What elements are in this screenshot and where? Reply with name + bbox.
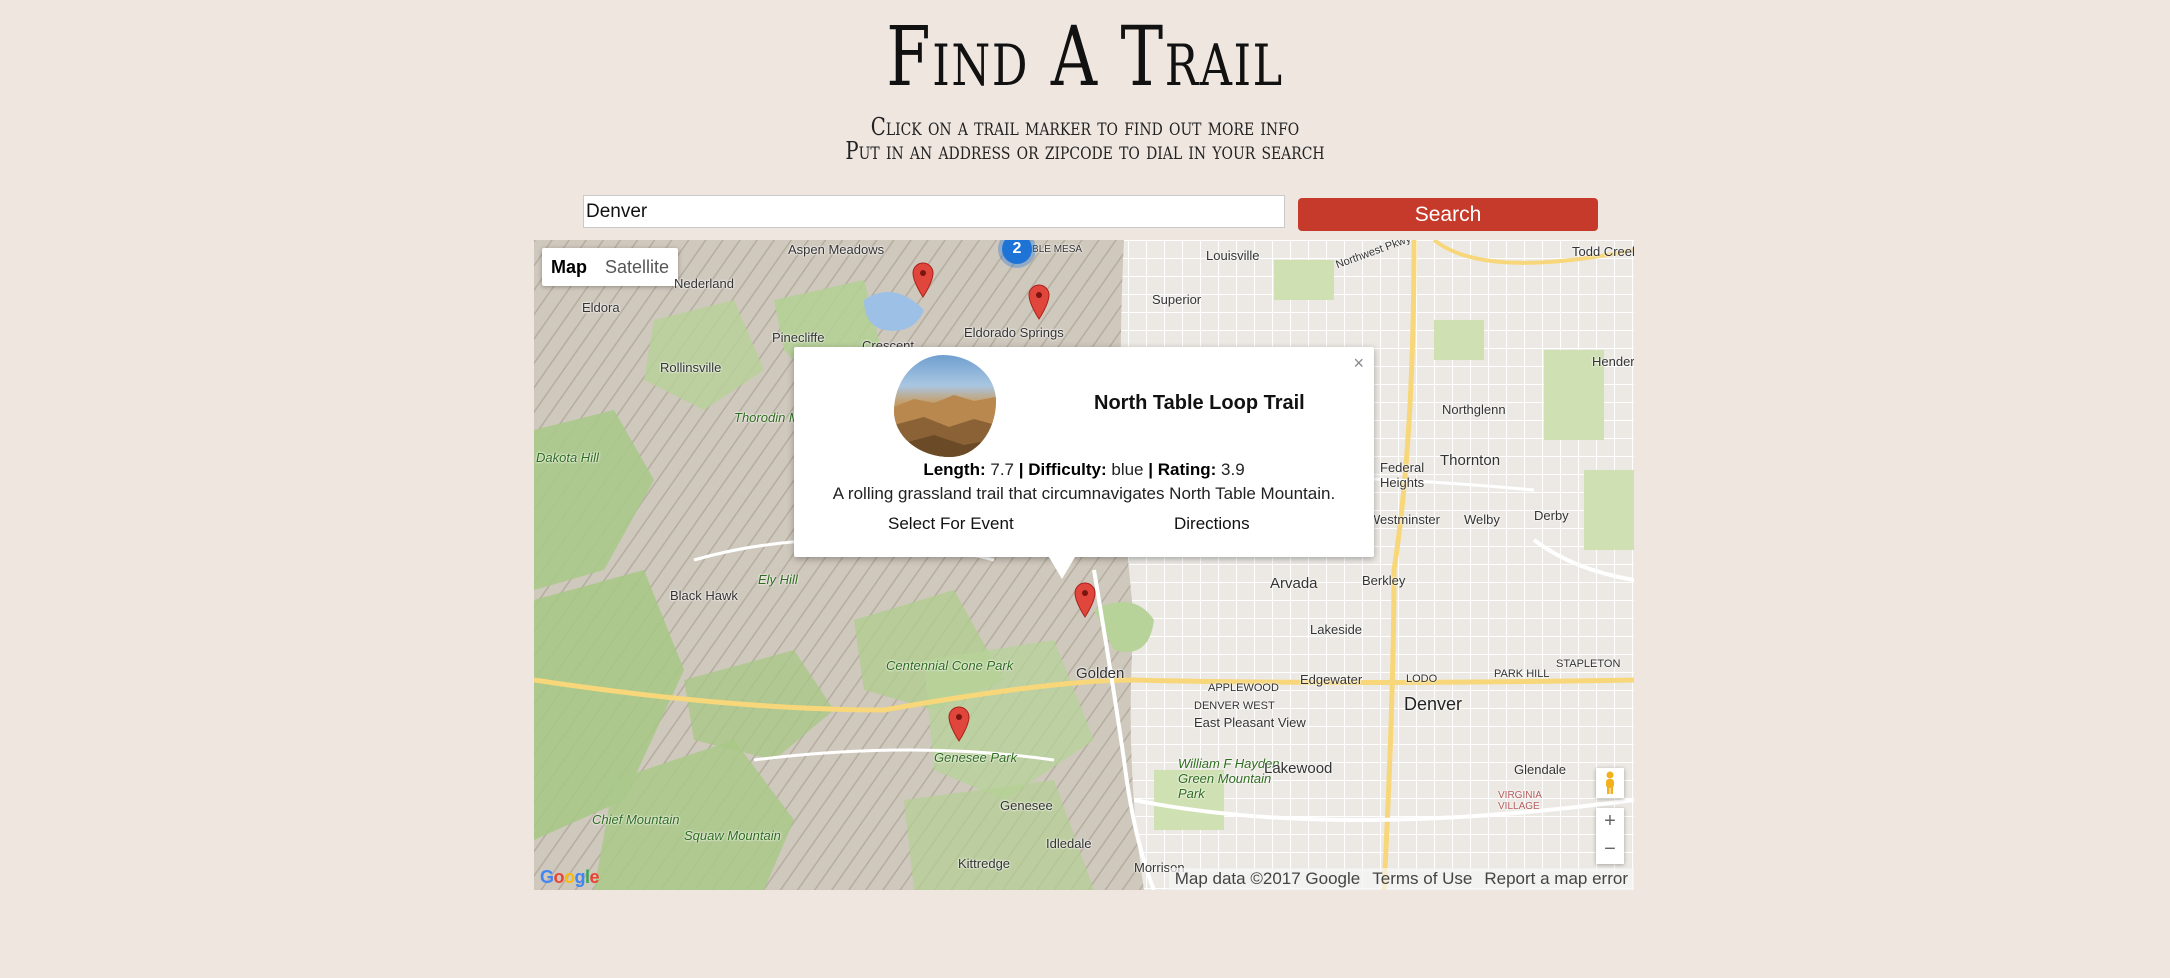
place-label: Dakota Hill — [536, 450, 599, 465]
place-label: Chief Mountain — [592, 812, 680, 827]
place-label: APPLEWOOD — [1208, 682, 1279, 694]
place-label: Arvada — [1270, 575, 1318, 592]
place-label: Northglenn — [1442, 402, 1506, 417]
place-label: VIRGINIA VILLAGE — [1498, 790, 1542, 812]
place-label: Superior — [1152, 292, 1202, 307]
trail-stats: Length: 7.7 | Difficulty: blue | Rating:… — [923, 460, 1245, 479]
place-label: Black Hawk — [670, 588, 738, 603]
map-attribution: Map data ©2017 Google Terms of Use Repor… — [1168, 868, 1634, 890]
place-label: Idledale — [1046, 836, 1092, 851]
search-button[interactable]: Search — [1298, 198, 1598, 231]
place-label: Welby — [1464, 512, 1500, 527]
place-label: Kittredge — [958, 856, 1011, 871]
place-label: Denver — [1404, 694, 1463, 714]
length-value: 7.7 — [990, 460, 1015, 479]
trail-description: A rolling grassland trail that circumnav… — [832, 484, 1336, 503]
instruction-line-2: Put in an address or zipcode to dial in … — [845, 137, 1325, 165]
page-title: Find A Trail — [886, 10, 1284, 105]
trail-name: North Table Loop Trail — [1094, 392, 1305, 414]
place-label: East Pleasant View — [1194, 715, 1306, 730]
directions-link[interactable]: Directions — [1174, 514, 1250, 534]
zoom-in-button[interactable]: + — [1596, 808, 1624, 836]
place-label: Nederland — [674, 276, 734, 291]
trail-marker[interactable] — [912, 262, 934, 298]
trail-marker[interactable] — [1028, 284, 1050, 320]
place-label: Squaw Mountain — [684, 828, 781, 843]
place-label: Henderson — [1592, 354, 1634, 369]
map-data-text: Map data ©2017 Google — [1174, 869, 1361, 888]
difficulty-value: blue — [1111, 460, 1144, 479]
map-type-satellite-button[interactable]: Satellite — [596, 248, 678, 286]
street-view-pegman-icon[interactable] — [1596, 768, 1624, 798]
place-label: DENVER WEST — [1194, 700, 1275, 712]
report-map-error-link[interactable]: Report a map error — [1484, 868, 1628, 890]
place-label: Louisville — [1206, 248, 1260, 263]
place-label: Genesee — [1000, 798, 1053, 813]
place-label: Derby — [1534, 508, 1569, 523]
place-label: PARK HILL — [1494, 668, 1550, 680]
google-logo: Google — [540, 867, 600, 887]
place-label: STAPLETON — [1556, 658, 1621, 670]
trail-marker-selected[interactable] — [1074, 582, 1096, 618]
trail-photo — [894, 355, 996, 457]
rating-label: Rating: — [1157, 460, 1217, 479]
trail-map[interactable]: Map Satellite Aspen Meadows Nederland El… — [534, 240, 1634, 890]
search-input[interactable] — [583, 195, 1285, 228]
place-label: Eldora — [582, 300, 620, 315]
map-type-map-button[interactable]: Map — [542, 248, 596, 286]
zoom-control: + − — [1596, 808, 1624, 864]
place-label: Ely Hill — [758, 572, 798, 587]
place-label: Edgewater — [1300, 672, 1363, 687]
place-label: Rollinsville — [660, 360, 722, 375]
map-terrain — [534, 240, 1634, 890]
place-label: Glendale — [1514, 762, 1567, 777]
map-type-control: Map Satellite — [542, 248, 679, 286]
difficulty-label: Difficulty: — [1028, 460, 1107, 479]
place-label: Genesee Park — [934, 750, 1018, 765]
place-label: Lakewood — [1264, 760, 1333, 777]
place-label: Golden — [1076, 665, 1125, 682]
place-label: Pinecliffe — [772, 330, 825, 345]
place-label: Centennial Cone Park — [886, 658, 1014, 673]
terms-of-use-link[interactable]: Terms of Use — [1372, 868, 1472, 890]
place-label: Lakeside — [1310, 622, 1363, 637]
trail-marker[interactable] — [948, 706, 970, 742]
place-label: Aspen Meadows — [788, 242, 885, 257]
place-label: Berkley — [1362, 573, 1406, 588]
select-for-event-link[interactable]: Select For Event — [888, 514, 1014, 534]
place-label: Thornton — [1440, 452, 1501, 469]
length-label: Length: — [923, 460, 986, 479]
rating-value: 3.9 — [1221, 460, 1245, 479]
place-label: LODO — [1406, 673, 1438, 685]
trail-info-window: × North Table Loop Trail Length: 7.7 | D… — [794, 347, 1374, 557]
place-label: Todd Creek — [1572, 244, 1634, 259]
place-label: Eldorado Springs — [964, 325, 1064, 340]
zoom-out-button[interactable]: − — [1596, 836, 1624, 864]
close-icon[interactable]: × — [1353, 353, 1364, 374]
place-label: Westminster — [1368, 512, 1440, 527]
info-window-pointer — [1049, 557, 1075, 579]
